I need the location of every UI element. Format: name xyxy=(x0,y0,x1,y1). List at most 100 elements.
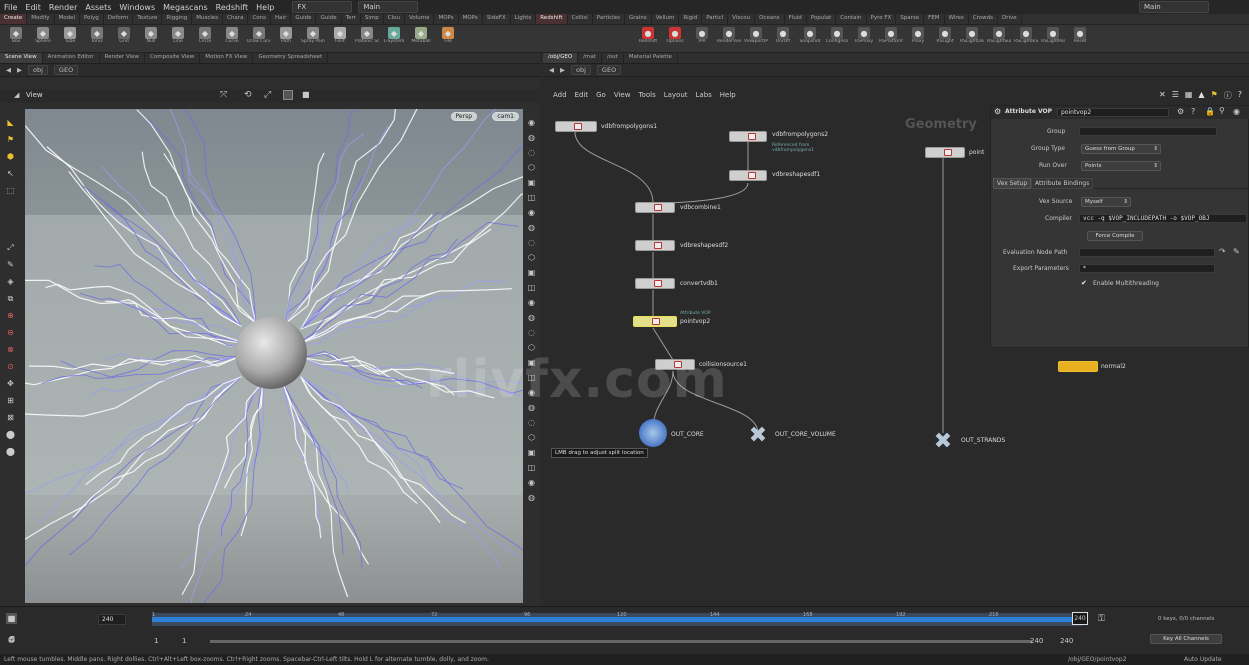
menu-redshift[interactable]: Redshift xyxy=(212,3,252,12)
help-icon[interactable]: ? xyxy=(1191,107,1195,116)
playhead[interactable]: 240 xyxy=(1072,612,1088,625)
shelf-tool[interactable]: ●RSLightDome xyxy=(960,27,984,44)
network-tab[interactable]: /mat xyxy=(578,53,602,63)
shelf-tool[interactable]: ◆ Box xyxy=(4,27,28,44)
display-option-icon[interactable]: ◉ xyxy=(526,477,537,488)
node-out-core[interactable] xyxy=(639,419,667,447)
shelf-tab[interactable]: Hair xyxy=(271,14,292,24)
display-icon[interactable] xyxy=(283,90,293,100)
shelf-tool[interactable]: ◆ File xyxy=(436,27,460,44)
shelf-tool[interactable]: ◆ Tube xyxy=(58,27,82,44)
shelf-tool[interactable]: ◆Platonic Solids xyxy=(355,27,379,44)
shelf-tab[interactable]: Volume xyxy=(405,14,435,24)
display-option-icon[interactable]: ◌ xyxy=(526,237,537,248)
viewport-tool-icon[interactable]: ◣ xyxy=(5,117,16,128)
scene-view-tab[interactable]: Composite View xyxy=(145,53,201,63)
shelf-tab[interactable]: Guide xyxy=(291,14,317,24)
info-icon[interactable]: ⓘ xyxy=(1224,90,1232,102)
shelf-tab[interactable]: Vellum xyxy=(652,14,680,24)
param-group-type-select[interactable]: Guess from Group ⇕ xyxy=(1081,144,1161,154)
range-start-2[interactable]: 1 xyxy=(182,637,186,645)
net-menu-help[interactable]: Help xyxy=(720,91,736,101)
shelf-tab[interactable]: Model xyxy=(55,14,81,24)
param-node-name[interactable]: pointvop2 xyxy=(1057,108,1169,117)
shelf-tab[interactable]: Viscou xyxy=(728,14,756,24)
persp-badge[interactable]: Persp xyxy=(450,112,477,121)
global-anim-icon[interactable]: ◎ xyxy=(6,634,17,645)
node-chooser-icon[interactable]: ✎ xyxy=(1233,247,1240,256)
viewport-tool-icon[interactable]: ⊕ xyxy=(5,310,16,321)
viewport-tool-icon[interactable]: ⊙ xyxy=(5,361,16,372)
flag-icon[interactable]: ⚑ xyxy=(1211,90,1218,102)
display-option-icon[interactable]: ⬡ xyxy=(526,162,537,173)
viewport-tool-icon[interactable]: ⚑ xyxy=(5,134,16,145)
shelf-tab[interactable]: Redshift xyxy=(536,14,568,24)
shelf-tab[interactable]: Sparse xyxy=(896,14,925,24)
menu-megascans[interactable]: Megascans xyxy=(159,3,212,12)
display-option-icon[interactable]: ◍ xyxy=(526,492,537,503)
shelf-tab[interactable]: Pyro FX xyxy=(867,14,897,24)
eye-icon[interactable]: ◉ xyxy=(1233,107,1240,116)
pin-icon[interactable]: ▲ xyxy=(1198,90,1204,102)
auto-update-select[interactable]: Auto Update xyxy=(1184,654,1222,665)
range-start[interactable]: 1 xyxy=(154,637,158,645)
shelf-tab[interactable]: Grains xyxy=(625,14,652,24)
shelf-tool[interactable]: ◆ Spray Paint xyxy=(301,27,325,44)
display-option-icon[interactable]: ◌ xyxy=(526,147,537,158)
param-compiler-field[interactable]: vcc -q $VOP_INCLUDEPATH -o $VOP_OBJ xyxy=(1079,214,1247,223)
jump-icon[interactable]: ↷ xyxy=(1219,247,1226,256)
node-convertvdb1[interactable] xyxy=(635,278,675,289)
display-option-icon[interactable]: ▣ xyxy=(526,177,537,188)
net-back-arrow-icon[interactable]: ◀ xyxy=(549,66,554,74)
display-option-icon[interactable]: ◌ xyxy=(526,327,537,338)
shelf-tool[interactable]: ● Reset xyxy=(1068,27,1092,44)
display-option-icon[interactable]: ◉ xyxy=(526,207,537,218)
net-menu-labs[interactable]: Labs xyxy=(696,91,712,101)
shelf-tab[interactable]: Lights xyxy=(511,14,537,24)
shelf-tab[interactable]: Rigid xyxy=(679,14,703,24)
record-icon[interactable]: ■ xyxy=(302,90,310,99)
viewport-tool-icon[interactable]: ◈ xyxy=(5,276,16,287)
shelf-tab[interactable]: Guide xyxy=(316,14,342,24)
search-icon[interactable]: ⚲ xyxy=(1219,106,1225,115)
timeline-bar[interactable]: 1 24 48 72 96 120 144 168 192 216 240 xyxy=(152,612,1088,626)
path-context[interactable]: obj xyxy=(28,65,48,75)
node-vdbreshapesdf1[interactable] xyxy=(729,170,767,181)
force-compile-button[interactable]: Force Compile xyxy=(1087,231,1143,241)
scene-view-tab[interactable]: Scene View xyxy=(0,53,43,63)
shelf-tab[interactable]: Particles xyxy=(593,14,625,24)
display-option-icon[interactable]: ◉ xyxy=(526,117,537,128)
viewport-tool-icon[interactable]: ⧉ xyxy=(5,293,16,304)
network-tab[interactable]: /obj/GEO xyxy=(543,53,579,63)
shelf-tool[interactable]: ◆ Path xyxy=(274,27,298,44)
multithread-checkbox[interactable]: ✔ xyxy=(1081,279,1087,287)
shelf-tab[interactable]: Collisi xyxy=(568,14,593,24)
shelf-tool[interactable]: ◆ Metaball xyxy=(409,27,433,44)
display-option-icon[interactable]: ▣ xyxy=(526,267,537,278)
grid-icon[interactable]: ▦ xyxy=(1185,90,1193,102)
shelf-tab[interactable]: Terr xyxy=(342,14,361,24)
shelf-tab[interactable]: FEM xyxy=(924,14,945,24)
shelf-tab[interactable]: Simp xyxy=(361,14,384,24)
scene-view-tab[interactable]: Motion FX View xyxy=(200,53,254,63)
display-option-icon[interactable]: ◫ xyxy=(526,282,537,293)
shelf-tab[interactable]: Populat xyxy=(807,14,837,24)
shelf-tool[interactable]: ◆ Sphere xyxy=(31,27,55,44)
menu-windows[interactable]: Windows xyxy=(115,3,159,12)
display-option-icon[interactable]: ◫ xyxy=(526,192,537,203)
scene-view-tab[interactable]: Animation Editor xyxy=(43,53,100,63)
shelf-tab[interactable]: MOPs xyxy=(434,14,459,24)
shelf-tool[interactable]: ● RSPlatform xyxy=(879,27,903,44)
menu-help[interactable]: Help xyxy=(252,3,278,12)
viewport-tool-icon[interactable]: ⤢ xyxy=(5,242,16,253)
node-point-top[interactable] xyxy=(925,147,965,158)
help-icon[interactable]: ? xyxy=(1238,90,1242,102)
desktop-main-select[interactable]: Main xyxy=(358,1,419,13)
net-forward-arrow-icon[interactable]: ▶ xyxy=(560,66,565,74)
shelf-tab[interactable]: Contain xyxy=(836,14,867,24)
shelf-tool[interactable]: ● Proxy xyxy=(906,27,930,44)
viewport-tool-icon[interactable]: ⊖ xyxy=(5,327,16,338)
shelf-tab[interactable]: Clou xyxy=(384,14,405,24)
node-pointvop2[interactable] xyxy=(633,316,677,327)
shelf-tool[interactable]: ● On/Off xyxy=(771,27,795,44)
